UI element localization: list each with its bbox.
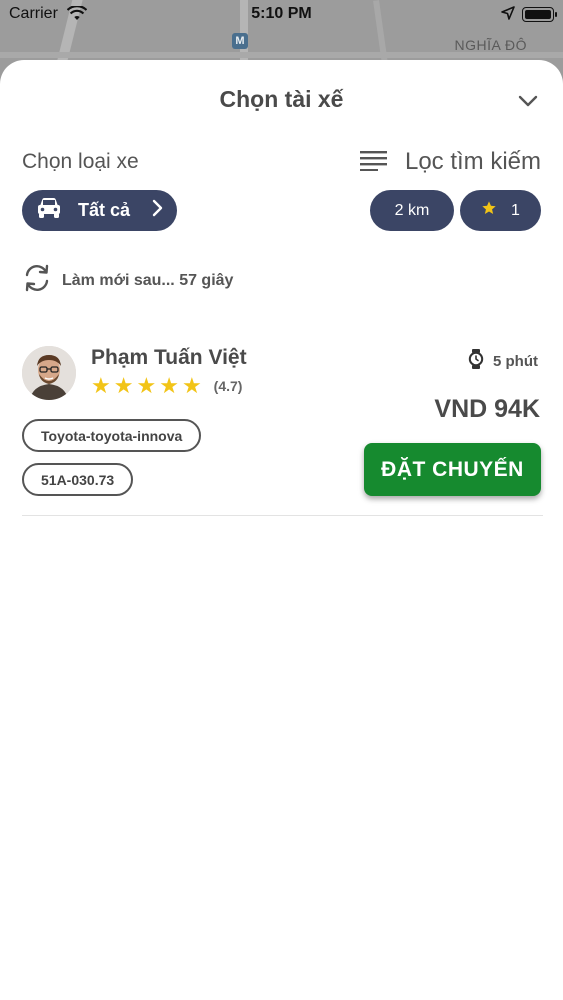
driver-avatar — [22, 346, 76, 400]
location-arrow-icon — [501, 6, 515, 25]
clock: 5:10 PM — [251, 5, 312, 22]
vehicle-type-label: Chọn loại xe — [22, 150, 139, 173]
fare-price: VND 94K — [434, 395, 540, 423]
distance-filter-pill[interactable]: 2 km — [370, 190, 454, 231]
chevron-right-icon — [151, 199, 165, 222]
filter-search-label: Lọc tìm kiếm — [404, 148, 541, 175]
rating-score: (4.7) — [213, 378, 243, 394]
watch-icon — [468, 348, 484, 374]
map-place-label: NGHĨA ĐÔ — [454, 37, 527, 53]
car-icon — [36, 196, 62, 225]
star-icon: ★ — [136, 373, 157, 398]
rating-filter-value: 1 — [511, 201, 520, 219]
filter-lines-icon — [359, 149, 389, 176]
refresh-icon — [22, 263, 52, 298]
star-icon: ★ — [181, 373, 202, 398]
star-icon: ★ — [113, 373, 134, 398]
sheet-title: Chọn tài xế — [219, 86, 344, 112]
refresh-countdown-text: Làm mới sau... 57 giây — [62, 271, 234, 289]
refresh-row[interactable]: Làm mới sau... 57 giây — [22, 263, 233, 298]
driver-card[interactable]: Phạm Tuấn Việt ★ ★ ★ ★ ★ (4.7) 5 phút VN… — [22, 342, 543, 517]
eta-info: 5 phút — [468, 348, 538, 374]
book-ride-button[interactable]: ĐẶT CHUYẾN — [364, 443, 541, 496]
driver-rating: ★ ★ ★ ★ ★ (4.7) — [91, 375, 242, 397]
license-plate-tag: 51A-030.73 — [22, 463, 134, 496]
driver-selection-sheet: Chọn tài xế Chọn loại xe Lọc tìm kiếm Tấ… — [0, 60, 563, 1000]
star-icon — [481, 200, 497, 221]
star-icon: ★ — [159, 373, 179, 398]
status-bar: Carrier 5:10 PM — [0, 0, 563, 30]
chevron-down-icon[interactable] — [515, 88, 541, 114]
car-model-tag: Toyota-toyota-innova — [22, 419, 202, 452]
vehicle-type-selector[interactable]: Tất cả — [22, 190, 177, 231]
metro-icon: M — [232, 33, 248, 49]
eta-text: 5 phút — [493, 352, 538, 370]
driver-name: Phạm Tuấn Việt — [91, 346, 247, 369]
vehicle-type-value: Tất cả — [78, 200, 131, 220]
battery-icon — [522, 7, 557, 22]
filter-search-button[interactable]: Lọc tìm kiếm — [359, 148, 541, 176]
driver-list-divider — [22, 515, 543, 516]
star-icon: ★ — [91, 373, 111, 398]
rating-filter-pill[interactable]: 1 — [460, 190, 541, 231]
